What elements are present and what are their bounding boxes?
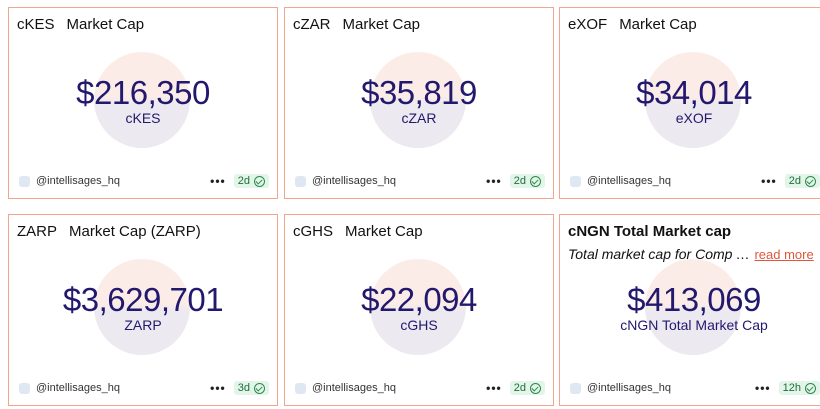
check-circle-icon: [254, 382, 265, 394]
age-badge: 2d: [784, 174, 820, 188]
user-avatar-icon[interactable]: [295, 175, 306, 187]
metric-value: $35,819: [361, 74, 477, 111]
age-label: 2d: [788, 175, 801, 187]
more-horizontal-icon[interactable]: •••: [761, 174, 777, 188]
age-badge: 2d: [509, 381, 545, 395]
age-badge: 3d: [233, 381, 269, 395]
more-horizontal-icon[interactable]: •••: [210, 174, 226, 188]
metric-unit: cZAR: [401, 110, 437, 126]
metric-unit: eXOF: [675, 110, 713, 126]
age-badge: 12h: [778, 381, 820, 395]
metric-value: $22,094: [361, 281, 477, 318]
dashboard-card-cngn-total[interactable]: cNGN Total Market cap Total market cap f…: [559, 214, 820, 406]
age-badge: 2d: [233, 174, 269, 188]
user-avatar-icon[interactable]: [295, 382, 306, 394]
read-more-link[interactable]: read more: [754, 247, 813, 262]
card-label: Market Cap (ZARP): [69, 223, 201, 240]
card-symbol: eXOF: [568, 16, 608, 33]
card-footer: @intellisages_hq ••• 12h: [570, 379, 820, 397]
author-handle[interactable]: @intellisages_hq: [587, 175, 761, 187]
user-avatar-icon[interactable]: [19, 382, 30, 394]
card-description: Total market cap for Comp: [568, 246, 733, 262]
check-circle-icon: [254, 175, 265, 187]
card-title: cGHS Market Cap: [293, 223, 423, 240]
card-footer: @intellisages_hq ••• 2d: [19, 172, 269, 190]
age-label: 12h: [782, 382, 801, 394]
age-label: 2d: [237, 175, 250, 187]
user-avatar-icon[interactable]: [570, 382, 581, 394]
check-circle-icon: [805, 175, 816, 187]
age-label: 3d: [237, 382, 250, 394]
check-circle-icon: [805, 382, 816, 394]
author-handle[interactable]: @intellisages_hq: [36, 382, 210, 394]
check-circle-icon: [530, 382, 541, 394]
card-title: eXOF Market Cap: [568, 16, 697, 33]
card-title: cKES Market Cap: [17, 16, 144, 33]
card-title: cNGN Total Market cap: [568, 223, 732, 240]
metric-unit: cKES: [125, 110, 161, 126]
card-label: Market Cap: [66, 16, 145, 33]
user-avatar-icon[interactable]: [19, 175, 30, 187]
metric-unit: cNGN Total Market Cap: [620, 317, 768, 333]
metric-unit: ZARP: [124, 317, 162, 333]
age-badge: 2d: [509, 174, 545, 188]
more-horizontal-icon[interactable]: •••: [486, 174, 502, 188]
author-handle[interactable]: @intellisages_hq: [312, 382, 486, 394]
card-label: Market Cap: [342, 16, 421, 33]
metric-value: $3,629,701: [62, 281, 224, 318]
more-horizontal-icon[interactable]: •••: [486, 381, 502, 395]
card-footer: @intellisages_hq ••• 2d: [295, 379, 545, 397]
author-handle[interactable]: @intellisages_hq: [36, 175, 210, 187]
user-avatar-icon[interactable]: [570, 175, 581, 187]
dashboard-card-czar[interactable]: cZAR Market Cap $35,819 cZAR @intellisage…: [284, 7, 554, 199]
age-label: 2d: [513, 382, 526, 394]
card-title: cZAR Market Cap: [293, 16, 420, 33]
card-footer: @intellisages_hq ••• 3d: [19, 379, 269, 397]
card-label: Market Cap: [619, 16, 697, 33]
metric-value: $34,014: [636, 74, 752, 111]
more-horizontal-icon[interactable]: •••: [755, 381, 771, 395]
dashboard-card-zarp[interactable]: ZARP Market Cap (ZARP) $3,629,701 ZARP @i…: [8, 214, 278, 406]
metric-unit: cGHS: [400, 317, 438, 333]
age-label: 2d: [513, 175, 526, 187]
author-handle[interactable]: @intellisages_hq: [587, 382, 755, 394]
card-symbol: cKES: [17, 16, 55, 33]
dashboard-card-cghs[interactable]: cGHS Market Cap $22,094 cGHS @intellisage…: [284, 214, 554, 406]
card-symbol: cZAR: [293, 16, 331, 33]
author-handle[interactable]: @intellisages_hq: [312, 175, 486, 187]
more-horizontal-icon[interactable]: •••: [210, 381, 226, 395]
metric-value: $216,350: [76, 74, 210, 111]
card-footer: @intellisages_hq ••• 2d: [295, 172, 545, 190]
dashboard-card-ckes[interactable]: cKES Market Cap $216,350 cKES @intellisag…: [8, 7, 278, 199]
metric-value: $413,069: [627, 281, 761, 318]
ellipsis: …: [735, 246, 750, 262]
card-footer: @intellisages_hq ••• 2d: [570, 172, 820, 190]
card-title: ZARP Market Cap (ZARP): [17, 223, 201, 240]
card-symbol: cGHS: [293, 223, 334, 240]
card-label: Market Cap: [345, 223, 423, 240]
dashboard-card-exof[interactable]: eXOF Market Cap $34,014 eXOF @intellisage…: [559, 7, 820, 199]
card-symbol: ZARP: [17, 223, 58, 240]
check-circle-icon: [530, 175, 541, 187]
